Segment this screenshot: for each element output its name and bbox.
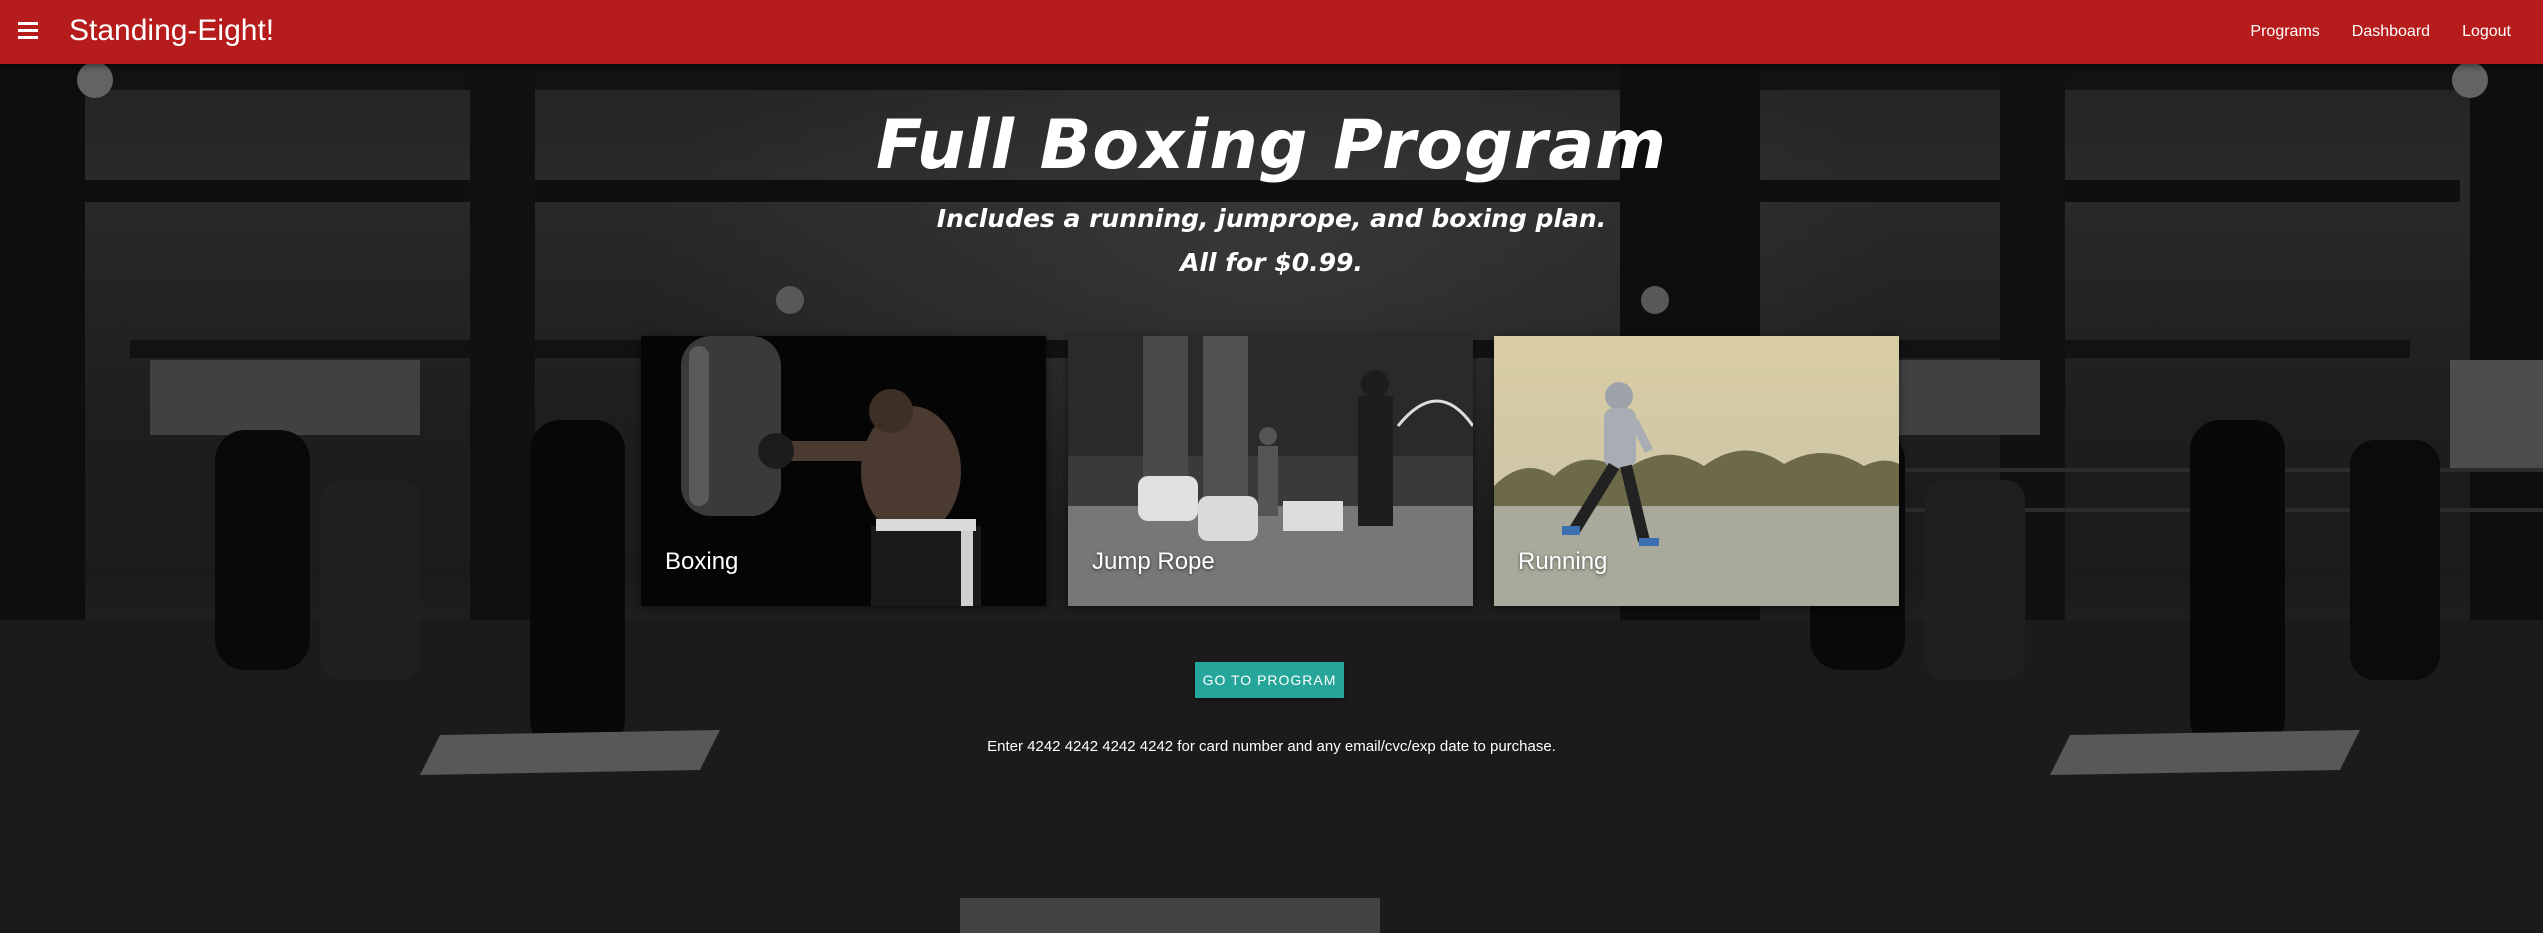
jump-rope-card[interactable]: Jump Rope xyxy=(1068,336,1473,606)
running-card[interactable]: Running xyxy=(1494,336,1899,606)
top-navbar: Standing-Eight! Programs Dashboard Logou… xyxy=(0,0,2543,64)
program-description: Includes a running, jumprope, and boxing… xyxy=(936,204,1607,233)
card-label-jump-rope: Jump Rope xyxy=(1092,548,1215,575)
nav-link-programs[interactable]: Programs xyxy=(2234,0,2335,64)
page-title: Full Boxing Program xyxy=(875,106,1668,185)
boxing-card[interactable]: Boxing xyxy=(641,336,1046,606)
card-label-boxing: Boxing xyxy=(665,548,739,575)
nav-links: Programs Dashboard Logout xyxy=(2234,0,2527,64)
go-to-program-button[interactable]: GO TO PROGRAM xyxy=(1195,662,1344,698)
test-card-instructions: Enter 4242 4242 4242 4242 for card numbe… xyxy=(987,738,1556,755)
nav-link-logout[interactable]: Logout xyxy=(2446,0,2527,64)
hamburger-menu-icon[interactable] xyxy=(16,18,40,46)
program-price: All for $0.99. xyxy=(1180,248,1363,277)
nav-link-dashboard[interactable]: Dashboard xyxy=(2336,0,2446,64)
brand-logo-link[interactable]: Standing-Eight! xyxy=(69,14,274,48)
card-label-running: Running xyxy=(1518,548,1608,575)
